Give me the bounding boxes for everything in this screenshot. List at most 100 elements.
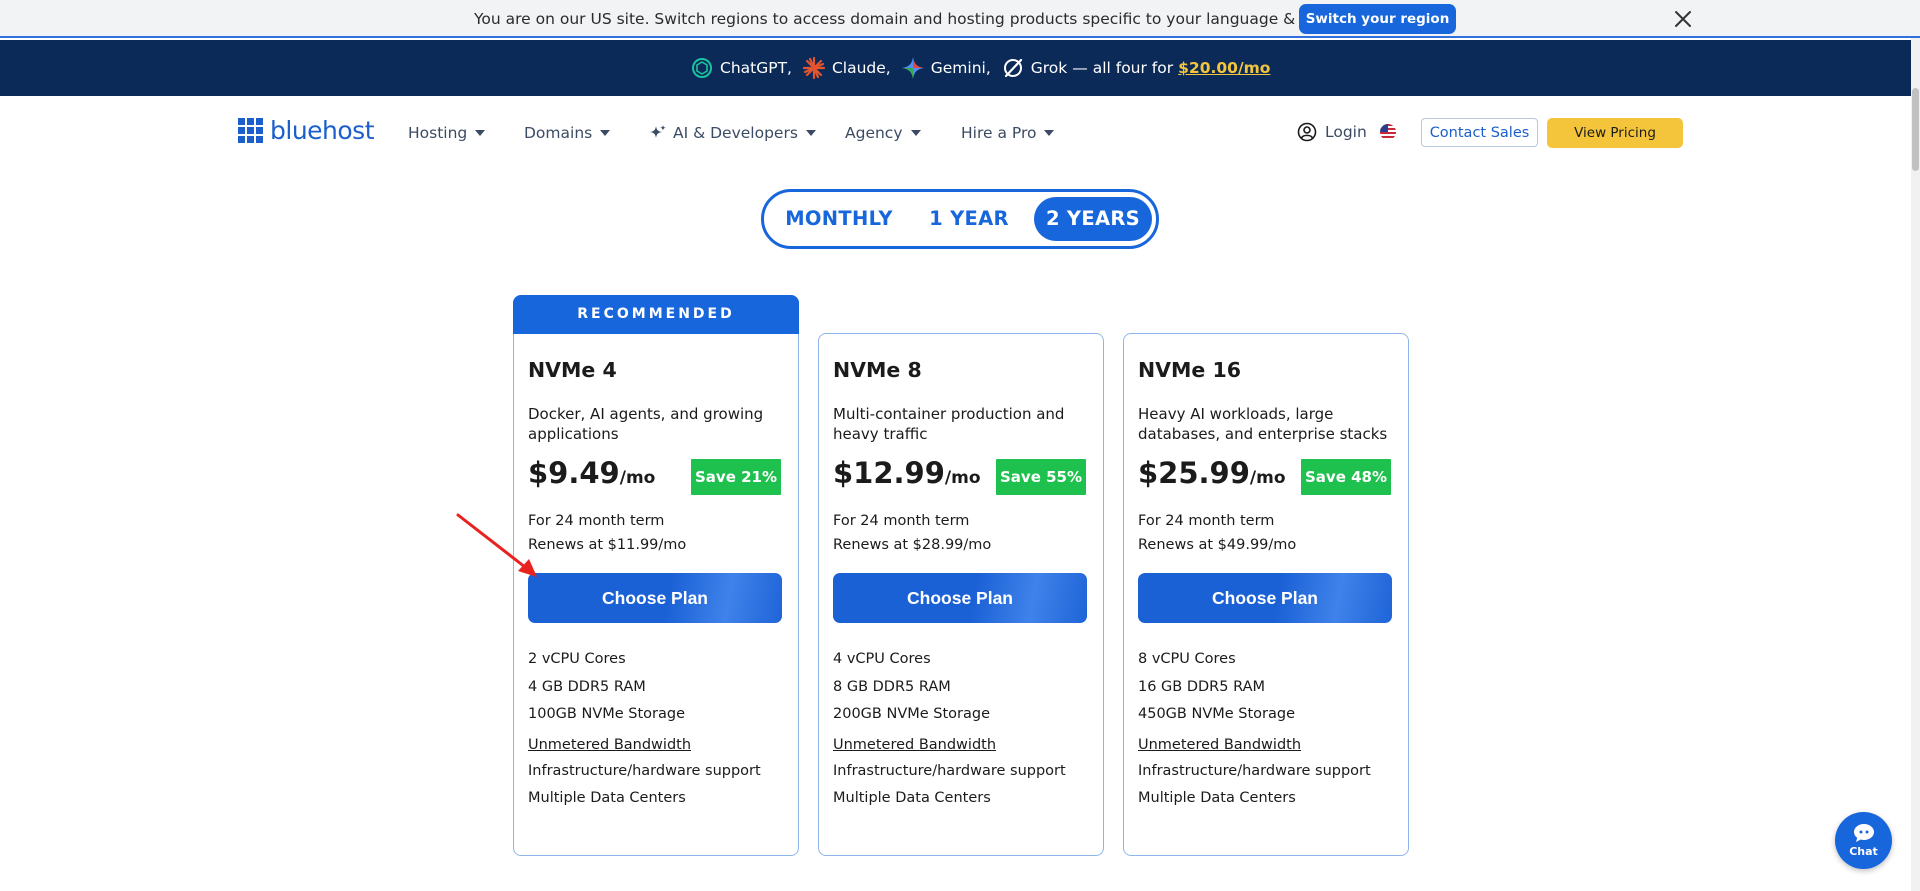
term-length: For 24 month term	[528, 513, 665, 529]
plan-price: $12.99/mo	[833, 456, 981, 490]
feature-item: 100GB NVMe Storage	[528, 706, 686, 722]
price-period: /mo	[1249, 468, 1286, 488]
price-amount: $12.99	[833, 456, 945, 490]
feature-item: Infrastructure/hardware support	[1138, 762, 1371, 779]
promo-claude: Claude,	[831, 59, 891, 77]
price-period: /mo	[619, 468, 656, 488]
bluehost-logo[interactable]: bluehost	[238, 116, 375, 145]
nav-label: Hire a Pro	[961, 124, 1037, 142]
region-banner: You are on our US site. Switch regions t…	[0, 0, 1920, 38]
contact-sales-button[interactable]: Contact Sales	[1421, 118, 1538, 147]
feature-list: 2 vCPU Cores 4 GB DDR5 RAM 100GB NVMe St…	[528, 646, 761, 813]
chatgpt-icon	[692, 58, 712, 78]
nav-agency[interactable]: Agency	[845, 124, 921, 142]
recommended-badge: RECOMMENDED	[513, 295, 799, 334]
feature-item: Multiple Data Centers	[1138, 790, 1296, 806]
term-length: For 24 month term	[833, 513, 970, 529]
plan-term: For 24 month term Renews at $11.99/mo	[528, 509, 686, 557]
bandwidth-link[interactable]: Unmetered Bandwidth	[833, 729, 1066, 758]
chat-button[interactable]: Chat	[1835, 812, 1892, 869]
page-scrollbar[interactable]	[1911, 38, 1920, 891]
region-message: You are on our US site. Switch regions t…	[474, 10, 1371, 28]
promo-banner: ChatGPT, Claude, Gemini, Grok — all four…	[0, 40, 1920, 96]
red-arrow-annotation	[456, 513, 537, 577]
switch-region-button[interactable]: Switch your region	[1299, 4, 1456, 34]
save-badge: Save 55%	[996, 459, 1086, 495]
term-1-year[interactable]: 1 YEAR	[914, 197, 1024, 241]
chat-bubble-icon	[1854, 824, 1874, 842]
renewal-price: Renews at $49.99/mo	[1138, 537, 1297, 553]
us-flag-icon[interactable]	[1380, 124, 1396, 140]
feature-item: 4 vCPU Cores	[833, 651, 931, 667]
nav-ai-developers[interactable]: AI & Developers	[649, 124, 816, 142]
nav-label: Agency	[845, 124, 903, 142]
promo-chatgpt: ChatGPT,	[720, 59, 792, 77]
feature-item: 450GB NVMe Storage	[1138, 706, 1296, 722]
close-icon[interactable]	[1672, 8, 1694, 30]
plan-card-nvme-8: NVMe 8 Multi-container production and he…	[818, 333, 1104, 856]
term-toggle: MONTHLY 1 YEAR 2 YEARS	[761, 189, 1159, 249]
promo-price-link[interactable]: $20.00/mo	[1178, 59, 1270, 77]
plan-card-nvme-4: RECOMMENDED NVMe 4 Docker, AI agents, an…	[513, 295, 799, 856]
feature-item: Multiple Data Centers	[833, 790, 991, 806]
term-2-years[interactable]: 2 YEARS	[1034, 197, 1152, 241]
plan-term: For 24 month term Renews at $49.99/mo	[1138, 509, 1296, 557]
sparkle-icon	[650, 125, 666, 138]
choose-plan-button[interactable]: Choose Plan	[833, 573, 1087, 623]
grid-logo-icon	[238, 118, 263, 143]
price-amount: $9.49	[528, 456, 620, 490]
scrollbar-thumb[interactable]	[1912, 88, 1919, 171]
caret-down-icon	[475, 130, 486, 136]
renewal-price: Renews at $28.99/mo	[833, 537, 992, 553]
caret-down-icon	[910, 130, 921, 136]
feature-list: 4 vCPU Cores 8 GB DDR5 RAM 200GB NVMe St…	[833, 646, 1066, 813]
view-pricing-button[interactable]: View Pricing	[1547, 118, 1683, 148]
plan-term: For 24 month term Renews at $28.99/mo	[833, 509, 991, 557]
term-length: For 24 month term	[1138, 513, 1275, 529]
chat-label: Chat	[1849, 845, 1878, 858]
feature-list: 8 vCPU Cores 16 GB DDR5 RAM 450GB NVMe S…	[1138, 646, 1371, 813]
plan-name: NVMe 8	[833, 358, 922, 382]
price-period: /mo	[944, 468, 981, 488]
plan-description: Docker, AI agents, and growing applicati…	[528, 405, 764, 443]
login-link[interactable]: Login	[1297, 122, 1367, 142]
feature-item: Infrastructure/hardware support	[833, 762, 1066, 779]
promo-suffix: — all four for	[1072, 59, 1174, 77]
choose-plan-button[interactable]: Choose Plan	[528, 573, 782, 623]
plan-description: Multi-container production and heavy tra…	[833, 405, 1065, 443]
feature-item: Multiple Data Centers	[528, 790, 686, 806]
term-monthly[interactable]: MONTHLY	[769, 197, 909, 241]
promo-grok: Grok	[1030, 59, 1068, 77]
save-badge: Save 21%	[691, 459, 781, 495]
nav-hosting[interactable]: Hosting	[408, 124, 486, 142]
logo-text: bluehost	[270, 116, 375, 145]
plan-price: $25.99/mo	[1138, 456, 1286, 490]
save-badge: Save 48%	[1301, 459, 1391, 495]
plan-name: NVMe 16	[1138, 358, 1241, 382]
plan-description: Heavy AI workloads, large databases, and…	[1138, 405, 1388, 443]
promo-gemini: Gemini,	[930, 59, 991, 77]
nav-label: Domains	[524, 124, 593, 142]
plan-price: $9.49/mo	[528, 456, 655, 490]
bandwidth-link[interactable]: Unmetered Bandwidth	[1138, 729, 1371, 758]
feature-item: 8 vCPU Cores	[1138, 651, 1236, 667]
login-label: Login	[1325, 123, 1367, 141]
feature-item: 200GB NVMe Storage	[833, 706, 991, 722]
nav-label: AI & Developers	[673, 124, 798, 142]
user-circle-icon	[1297, 122, 1317, 142]
feature-item: 8 GB DDR5 RAM	[833, 678, 951, 695]
feature-item: 2 vCPU Cores	[528, 651, 626, 667]
renewal-price: Renews at $11.99/mo	[528, 537, 687, 553]
nav-domains[interactable]: Domains	[524, 124, 611, 142]
feature-item: Infrastructure/hardware support	[528, 762, 761, 779]
nav-label: Hosting	[408, 124, 468, 142]
caret-down-icon	[805, 130, 816, 136]
choose-plan-button[interactable]: Choose Plan	[1138, 573, 1392, 623]
claude-icon	[802, 56, 826, 80]
price-amount: $25.99	[1138, 456, 1250, 490]
nav-hire-a-pro[interactable]: Hire a Pro	[961, 124, 1055, 142]
main-nav: bluehost Hosting Domains AI & Developers…	[0, 96, 1920, 166]
gemini-icon	[901, 57, 924, 79]
bandwidth-link[interactable]: Unmetered Bandwidth	[528, 729, 761, 758]
plan-name: NVMe 4	[528, 358, 617, 382]
